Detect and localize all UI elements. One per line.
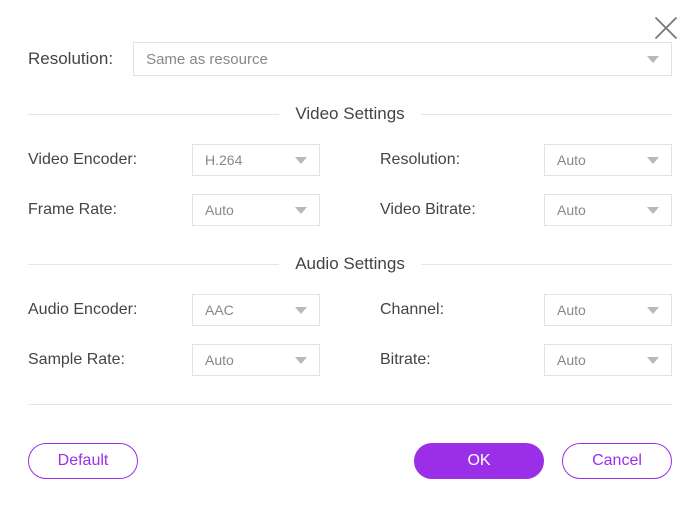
video-resolution-select[interactable]: Auto	[544, 144, 672, 176]
footer-divider	[28, 404, 672, 405]
video-bitrate-select[interactable]: Auto	[544, 194, 672, 226]
framerate-select[interactable]: Auto	[192, 194, 320, 226]
audio-bitrate-select[interactable]: Auto	[544, 344, 672, 376]
video-resolution-label: Resolution:	[380, 151, 460, 169]
audio-encoder-select[interactable]: AAC	[192, 294, 320, 326]
default-button[interactable]: Default	[28, 443, 138, 479]
video-resolution-value: Auto	[557, 152, 586, 168]
top-resolution-select[interactable]: Same as resource	[133, 42, 672, 76]
framerate-label: Frame Rate:	[28, 201, 117, 219]
audio-section-header: Audio Settings	[28, 254, 672, 274]
audio-encoder-value: AAC	[205, 302, 234, 318]
audio-section-title: Audio Settings	[279, 254, 421, 274]
framerate-value: Auto	[205, 202, 234, 218]
cancel-button[interactable]: Cancel	[562, 443, 672, 479]
chevron-down-icon	[295, 357, 307, 364]
video-bitrate-value: Auto	[557, 202, 586, 218]
audio-encoder-label: Audio Encoder:	[28, 301, 137, 319]
close-icon[interactable]	[652, 14, 680, 42]
video-encoder-select[interactable]: H.264	[192, 144, 320, 176]
channel-label: Channel:	[380, 301, 444, 319]
chevron-down-icon	[647, 357, 659, 364]
audio-bitrate-label: Bitrate:	[380, 351, 431, 369]
chevron-down-icon	[647, 157, 659, 164]
chevron-down-icon	[647, 307, 659, 314]
ok-button[interactable]: OK	[414, 443, 544, 479]
chevron-down-icon	[295, 157, 307, 164]
chevron-down-icon	[647, 207, 659, 214]
top-resolution-value: Same as resource	[146, 51, 268, 68]
chevron-down-icon	[295, 207, 307, 214]
video-bitrate-label: Video Bitrate:	[380, 201, 476, 219]
video-section-header: Video Settings	[28, 104, 672, 124]
samplerate-value: Auto	[205, 352, 234, 368]
top-resolution-label: Resolution:	[28, 49, 113, 69]
audio-bitrate-value: Auto	[557, 352, 586, 368]
chevron-down-icon	[295, 307, 307, 314]
video-encoder-value: H.264	[205, 152, 242, 168]
video-section-title: Video Settings	[279, 104, 420, 124]
samplerate-label: Sample Rate:	[28, 351, 125, 369]
chevron-down-icon	[647, 56, 659, 63]
channel-value: Auto	[557, 302, 586, 318]
samplerate-select[interactable]: Auto	[192, 344, 320, 376]
video-encoder-label: Video Encoder:	[28, 151, 137, 169]
channel-select[interactable]: Auto	[544, 294, 672, 326]
